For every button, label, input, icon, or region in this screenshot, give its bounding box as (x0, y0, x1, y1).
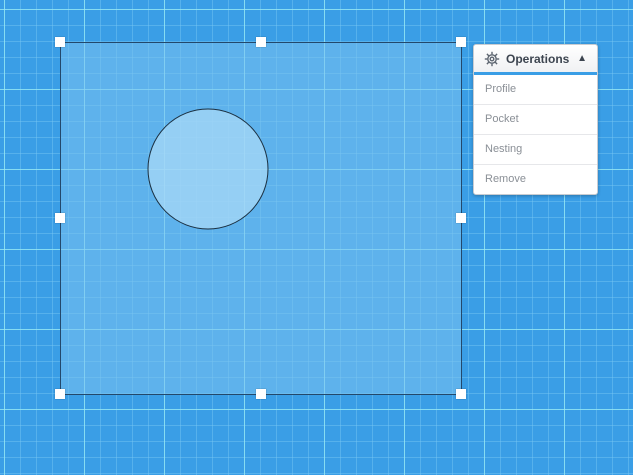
resize-handle-top[interactable] (256, 37, 266, 47)
menu-item-nesting[interactable]: Nesting (474, 134, 597, 164)
resize-handle-right[interactable] (456, 213, 466, 223)
operations-menu-list: Profile Pocket Nesting Remove (474, 75, 597, 194)
operations-menu-title: Operations (506, 51, 570, 66)
resize-handle-bottom-left[interactable] (55, 389, 65, 399)
menu-item-profile[interactable]: Profile (474, 75, 597, 104)
resize-handle-bottom[interactable] (256, 389, 266, 399)
resize-handle-bottom-right[interactable] (456, 389, 466, 399)
resize-handle-top-left[interactable] (55, 37, 65, 47)
circle-shape[interactable] (147, 108, 269, 230)
resize-handle-left[interactable] (55, 213, 65, 223)
gear-icon (484, 51, 500, 66)
resize-handle-top-right[interactable] (456, 37, 466, 47)
menu-item-pocket[interactable]: Pocket (474, 104, 597, 134)
menu-item-remove[interactable]: Remove (474, 164, 597, 194)
caret-up-icon: ▲ (577, 53, 587, 64)
selected-rectangle-shape[interactable] (60, 42, 462, 395)
operations-menu-toggle[interactable]: Operations ▲ (474, 45, 597, 75)
operations-menu: Operations ▲ Profile Pocket Nesting Remo… (473, 44, 598, 195)
